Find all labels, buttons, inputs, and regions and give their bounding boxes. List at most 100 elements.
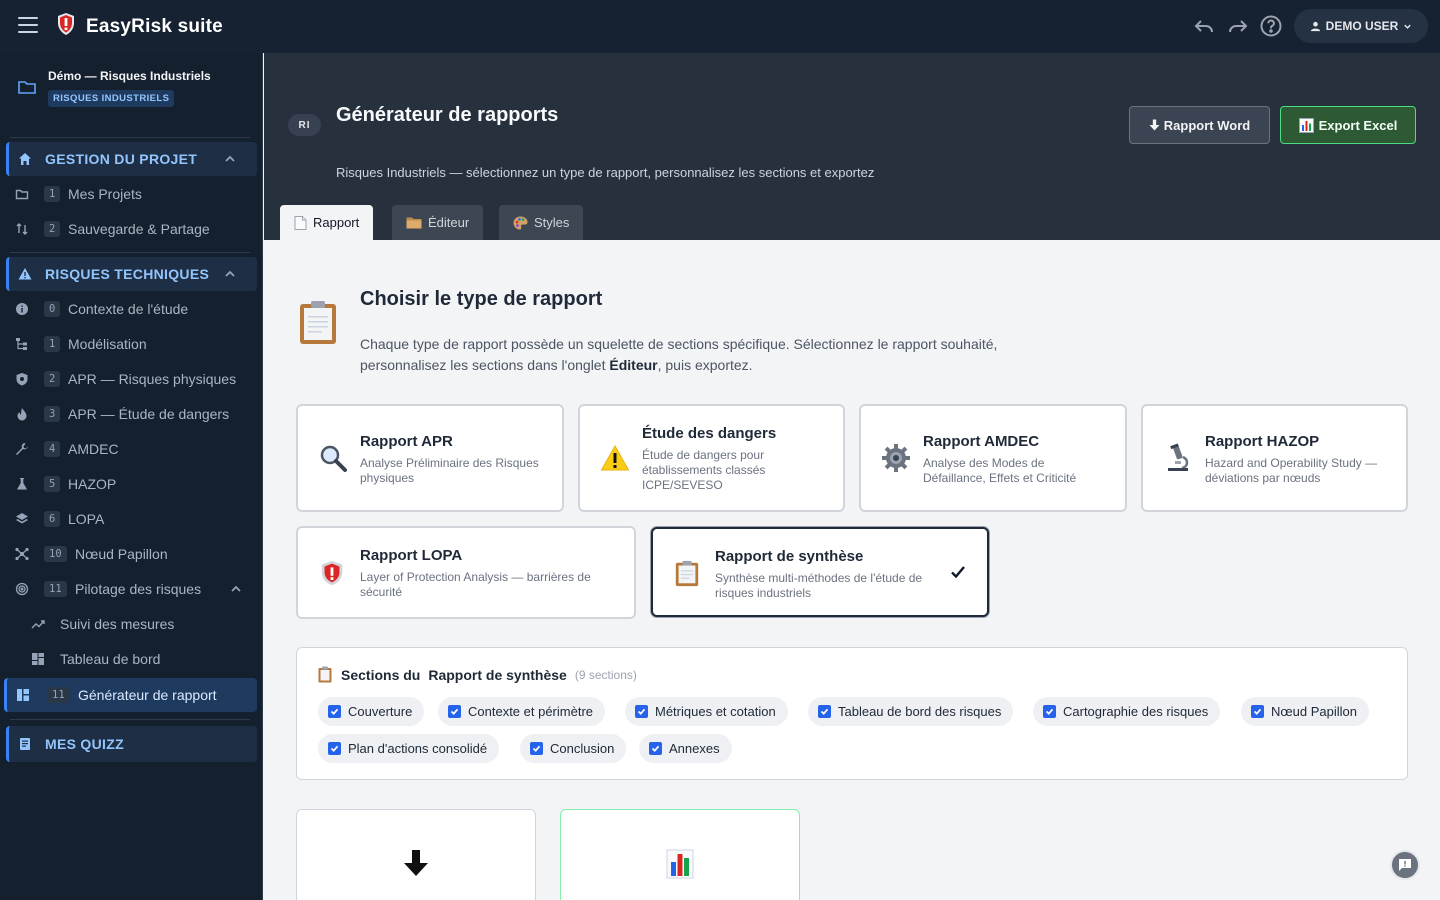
sidebar-item-lopa[interactable]: 6 LOPA (0, 502, 263, 535)
rapport-word-button[interactable]: Rapport Word (1129, 106, 1270, 144)
section-chip-couverture[interactable]: Couverture (318, 697, 425, 726)
item-number: 5 (44, 475, 61, 492)
project-name: Démo — Risques Industriels (48, 69, 211, 83)
section-chip-noeud-papillon[interactable]: Nœud Papillon (1241, 697, 1369, 726)
section-chip-metriques[interactable]: Métriques et cotation (625, 697, 788, 726)
sidebar-item-tableau-bord[interactable]: Tableau de bord (0, 642, 263, 675)
tab-editeur[interactable]: Éditeur (392, 205, 484, 240)
current-project[interactable]: Démo — Risques Industriels RISQUES INDUS… (0, 53, 263, 137)
folder-icon (406, 217, 422, 229)
sections-count: (9 sections) (574, 667, 637, 682)
section-chip-conclusion[interactable]: Conclusion (520, 734, 627, 763)
report-card-lopa[interactable]: Rapport LOPA Layer of Protection Analysi… (296, 526, 636, 619)
sidebar-item-pilotage[interactable]: 11 Pilotage des risques (0, 572, 263, 605)
item-label: Sauvegarde & Partage (68, 220, 210, 237)
item-number: 1 (44, 335, 61, 352)
item-number: 3 (44, 405, 61, 422)
page-icon (294, 215, 307, 230)
report-card-amdec[interactable]: Rapport AMDEC Analyse des Modes de Défai… (859, 404, 1127, 512)
sidebar-item-apr-physiques[interactable]: 2 APR — Risques physiques (0, 362, 263, 395)
chip-label: Conclusion (550, 741, 615, 756)
page-subtitle: Risques Industriels — sélectionnez un ty… (336, 165, 875, 180)
sidebar-item-noeud-papillon[interactable]: 10 Nœud Papillon (0, 537, 263, 570)
bar-chart-icon (1298, 117, 1314, 133)
download-word-card[interactable] (296, 809, 536, 900)
checkbox-checked-icon[interactable] (1043, 705, 1056, 718)
export-excel-button[interactable]: Export Excel (1280, 106, 1416, 144)
sidebar-item-amdec[interactable]: 4 AMDEC (0, 432, 263, 465)
checkbox-checked-icon[interactable] (818, 705, 831, 718)
item-label: Générateur de rapport (78, 687, 217, 703)
card-title: Rapport LOPA (360, 547, 463, 564)
sidebar-item-modelisation[interactable]: 1 Modélisation (0, 327, 263, 360)
download-excel-card[interactable] (560, 809, 800, 900)
tab-styles[interactable]: Styles (499, 205, 584, 240)
user-menu-button[interactable]: DEMO USER (1294, 9, 1428, 43)
sidebar-item-generateur-rapport[interactable]: 11 Générateur de rapport (4, 678, 257, 712)
section-chip-contexte[interactable]: Contexte et périmètre (438, 697, 606, 726)
info-icon (16, 302, 28, 315)
checkbox-checked-icon[interactable] (1251, 705, 1264, 718)
main-content: Choisir le type de rapport Chaque type d… (264, 240, 1440, 900)
tab-rapport[interactable]: Rapport (280, 205, 374, 240)
section-description: Chaque type de rapport possède un squele… (360, 336, 998, 373)
clipboard-icon (318, 666, 332, 683)
card-description: Analyse des Modes de Défaillance, Effets… (923, 456, 1077, 485)
fire-icon (17, 407, 27, 420)
item-label: Suivi des mesures (60, 615, 175, 632)
sidebar-item-sauvegarde[interactable]: 2 Sauvegarde & Partage (0, 212, 263, 245)
checkbox-checked-icon[interactable] (448, 705, 461, 718)
item-number: 4 (44, 440, 61, 457)
sidebar-item-hazop[interactable]: 5 HAZOP (0, 467, 263, 500)
divider (10, 137, 250, 138)
chat-button[interactable] (1390, 850, 1420, 880)
bar-chart-icon (666, 849, 694, 879)
flask-icon (17, 477, 27, 489)
warning-icon (18, 268, 32, 280)
item-number: 2 (44, 220, 61, 237)
report-card-hazop[interactable]: Rapport HAZOP Hazard and Operability Stu… (1141, 404, 1408, 512)
checkbox-checked-icon[interactable] (530, 742, 543, 755)
checkbox-checked-icon[interactable] (328, 705, 341, 718)
item-label: Mes Projets (68, 185, 142, 202)
checkbox-checked-icon[interactable] (328, 742, 341, 755)
sidebar-item-suivi-mesures[interactable]: Suivi des mesures (0, 607, 263, 640)
card-title: Rapport de synthèse (715, 548, 864, 565)
section-gestion-projet[interactable]: GESTION DU PROJET (6, 142, 257, 176)
item-number: 11 (47, 687, 70, 703)
card-description: Analyse Préliminaire des Risques physiqu… (360, 456, 539, 485)
divider (10, 252, 250, 253)
section-label: GESTION DU PROJET (45, 151, 198, 167)
item-label: Pilotage des risques (75, 580, 202, 597)
section-risques-techniques[interactable]: RISQUES TECHNIQUES OU (6, 257, 257, 291)
item-number: 2 (44, 370, 61, 387)
sidebar-item-apr-dangers[interactable]: 3 APR — Étude de dangers (0, 397, 263, 430)
checkbox-checked-icon[interactable] (635, 705, 648, 718)
section-chip-tableau-bord[interactable]: Tableau de bord des risques (808, 697, 1014, 726)
section-mes-quizz[interactable]: MES QUIZZ (6, 726, 257, 762)
section-chip-cartographie[interactable]: Cartographie des risques (1033, 697, 1221, 726)
report-card-etude-dangers[interactable]: Étude des dangers Étude de dangers pour … (578, 404, 845, 512)
report-card-apr[interactable]: Rapport APR Analyse Préliminaire des Ris… (296, 404, 564, 512)
sidebar-item-mes-projets[interactable]: 1 Mes Projets (0, 177, 263, 210)
undo-icon[interactable] (1192, 14, 1216, 38)
magnifier-icon (320, 445, 347, 472)
item-number: 11 (44, 580, 67, 597)
section-chip-annexes[interactable]: Annexes (639, 734, 732, 763)
sidebar-item-contexte[interactable]: 0 Contexte de l'étude (0, 292, 263, 325)
report-icon (17, 689, 29, 701)
target-icon (15, 582, 29, 595)
card-title: Rapport AMDEC (923, 433, 1040, 450)
chip-label: Couverture (348, 704, 413, 719)
clipboard-icon (675, 560, 699, 587)
section-chip-plan-actions[interactable]: Plan d'actions consolidé (318, 734, 500, 763)
layers-icon (16, 512, 28, 523)
help-icon[interactable] (1259, 14, 1283, 38)
redo-icon[interactable] (1226, 14, 1250, 38)
checkmark-icon (951, 566, 965, 579)
export-excel-label: Export Excel (1318, 117, 1398, 133)
menu-icon[interactable] (18, 17, 38, 35)
report-card-synthese[interactable]: Rapport de synthèse Synthèse multi-métho… (651, 527, 989, 617)
item-number: 6 (44, 510, 61, 527)
checkbox-checked-icon[interactable] (649, 742, 662, 755)
